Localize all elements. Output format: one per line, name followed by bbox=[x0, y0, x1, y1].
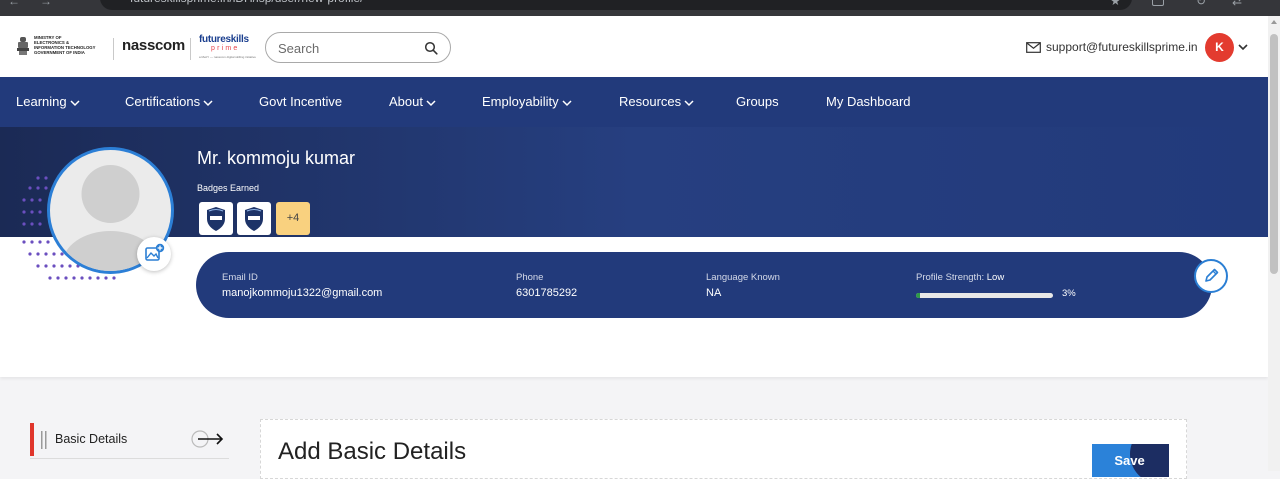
add-image-icon bbox=[145, 243, 165, 261]
window-icon[interactable] bbox=[1152, 0, 1164, 6]
user-avatar[interactable]: K bbox=[1205, 33, 1234, 62]
back-icon[interactable]: ← bbox=[8, 0, 20, 8]
email-value: manojkommoju1322@gmail.com bbox=[222, 287, 383, 299]
shield-badge-icon bbox=[245, 207, 263, 231]
phone-label: Phone bbox=[516, 272, 544, 283]
nav-resources[interactable]: Resources bbox=[619, 94, 694, 109]
chevron-down-icon bbox=[70, 100, 80, 107]
page-scrollbar[interactable] bbox=[1268, 16, 1280, 471]
badges-earned-label: Badges Earned bbox=[197, 183, 260, 193]
drag-handle-icon bbox=[41, 431, 47, 449]
profile-info-bar: Email ID manojkommoju1322@gmail.com Phon… bbox=[196, 252, 1212, 318]
national-emblem-icon bbox=[17, 37, 29, 55]
nasscom-logo[interactable]: nasscom bbox=[122, 37, 185, 54]
profile-banner bbox=[0, 127, 1268, 237]
search-input[interactable] bbox=[278, 39, 418, 57]
nav-employability[interactable]: Employability bbox=[482, 94, 572, 109]
mail-icon bbox=[1026, 41, 1041, 53]
more-badges-button[interactable]: +4 bbox=[276, 202, 310, 235]
nav-certifications[interactable]: Certifications bbox=[125, 94, 213, 109]
nav-my-dashboard[interactable]: My Dashboard bbox=[826, 94, 911, 109]
sidebar-item-label: Basic Details bbox=[55, 432, 128, 446]
nav-groups[interactable]: Groups bbox=[736, 94, 779, 109]
edit-profile-button[interactable] bbox=[1194, 259, 1228, 293]
profile-strength-fill bbox=[916, 293, 921, 298]
email-label: Email ID bbox=[222, 272, 258, 283]
main-navigation: Learning Certifications Govt Incentive A… bbox=[0, 77, 1268, 127]
change-photo-button[interactable] bbox=[137, 237, 171, 271]
profile-strength-level: Low bbox=[986, 272, 1005, 283]
profile-name: Mr. kommoju kumar bbox=[197, 148, 356, 168]
scroll-up-arrow-icon[interactable] bbox=[1271, 20, 1277, 24]
chevron-down-icon bbox=[562, 100, 572, 107]
bookmark-star-icon[interactable]: ★ bbox=[1110, 0, 1121, 8]
badge[interactable] bbox=[199, 202, 233, 235]
chevron-down-icon bbox=[203, 100, 213, 107]
address-bar[interactable]: futureskillsprime.in/iDH/isp/user/new-pr… bbox=[100, 0, 1132, 10]
logo-divider bbox=[113, 38, 114, 60]
support-email: support@futureskillsprime.in bbox=[1046, 40, 1198, 54]
section-title: Add Basic Details bbox=[278, 438, 467, 465]
forward-icon[interactable]: → bbox=[40, 0, 52, 8]
language-label: Language Known bbox=[706, 272, 780, 283]
browser-toolbar: ← → futureskillsprime.in/iDH/isp/user/ne… bbox=[0, 0, 1280, 16]
logo-divider bbox=[190, 38, 191, 60]
site-header: MINISTRY OF ELECTRONICS & INFORMATION TE… bbox=[0, 16, 1268, 77]
profile-strength-label: Profile Strength: Low bbox=[916, 272, 1005, 283]
refresh-icon[interactable]: ↻ bbox=[1196, 0, 1206, 8]
sidebar-item-basic-details[interactable]: Basic Details bbox=[30, 423, 229, 459]
language-value: NA bbox=[706, 287, 722, 299]
meity-logo[interactable]: MINISTRY OF ELECTRONICS & INFORMATION TE… bbox=[16, 34, 108, 62]
arrow-right-icon bbox=[191, 430, 224, 448]
nav-govt-incentive[interactable]: Govt Incentive bbox=[259, 94, 342, 109]
search-icon[interactable] bbox=[424, 41, 438, 55]
chevron-down-icon bbox=[684, 100, 694, 107]
nav-learning[interactable]: Learning bbox=[16, 94, 80, 109]
nav-about[interactable]: About bbox=[389, 94, 436, 109]
shield-badge-icon bbox=[207, 207, 225, 231]
search-box bbox=[265, 32, 451, 63]
extensions-icon[interactable]: ⇄ bbox=[1232, 0, 1242, 8]
pencil-icon bbox=[1205, 268, 1219, 282]
chevron-down-icon bbox=[426, 100, 436, 107]
profile-strength-bar bbox=[916, 293, 1053, 298]
futureskills-prime-logo[interactable]: futureskills prime a MeitY — nasscom dig… bbox=[199, 34, 256, 62]
profile-strength-percent: 3% bbox=[1062, 288, 1076, 299]
badge[interactable] bbox=[237, 202, 271, 235]
support-email-link[interactable]: support@futureskillsprime.in bbox=[1026, 40, 1198, 54]
scrollbar-thumb[interactable] bbox=[1270, 34, 1278, 274]
active-indicator bbox=[30, 423, 34, 456]
save-button[interactable]: Save bbox=[1092, 444, 1169, 477]
chevron-down-icon[interactable] bbox=[1238, 42, 1248, 52]
phone-value: 6301785292 bbox=[516, 287, 578, 299]
